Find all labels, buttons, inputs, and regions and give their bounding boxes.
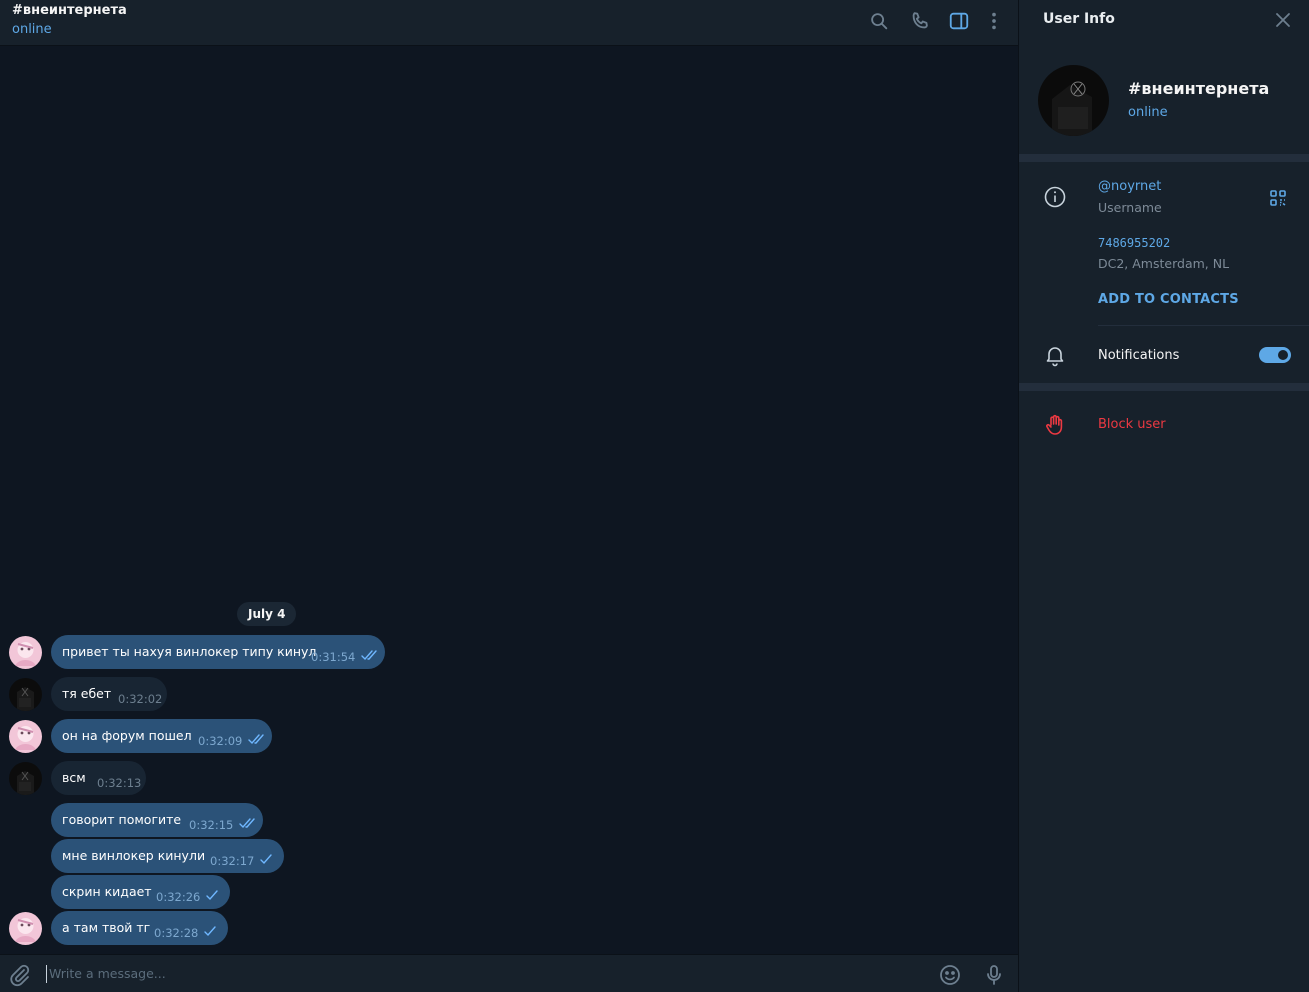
message-time: 0:32:17 <box>210 854 255 868</box>
microphone-icon[interactable] <box>982 963 1006 987</box>
user-info-panel: User Info #внеинтернета online @noyrnet … <box>1018 0 1309 992</box>
profile-avatar[interactable] <box>1038 65 1109 136</box>
more-vertical-icon[interactable] <box>983 10 1005 32</box>
message-bubble[interactable]: а там твой тг 0:32:28 <box>51 911 228 945</box>
notifications-toggle[interactable] <box>1259 347 1291 363</box>
message-text: говорит помогите <box>62 812 182 827</box>
block-user-button[interactable]: Block user <box>1098 417 1166 432</box>
user-id-value[interactable]: 7486955202 <box>1098 236 1170 250</box>
notifications-label: Notifications <box>1098 348 1180 363</box>
message-text: тя ебет <box>62 686 112 701</box>
phone-icon[interactable] <box>909 10 931 32</box>
message-time: 0:32:13 <box>97 776 142 790</box>
message-text: скрин кидает <box>62 884 152 899</box>
paperclip-icon[interactable] <box>8 963 32 987</box>
double-check-icon <box>239 817 257 829</box>
my-avatar[interactable] <box>9 636 42 669</box>
contact-avatar[interactable] <box>9 762 42 795</box>
my-avatar[interactable] <box>9 912 42 945</box>
divider <box>1019 154 1309 162</box>
message-composer[interactable]: Write a message... <box>0 954 1018 992</box>
message-text: привет ты нахуя винлокер типу кинул <box>62 644 317 659</box>
chat-area: #внеинтернета online July 4 привет ты на… <box>0 0 1018 992</box>
double-check-icon <box>248 733 266 745</box>
message-time: 0:32:26 <box>156 890 201 904</box>
chat-status: online <box>12 22 52 37</box>
message-time: 0:32:15 <box>189 818 234 832</box>
message-bubble[interactable]: он на форум пошел 0:32:09 <box>51 719 272 753</box>
message-time: 0:32:02 <box>118 692 163 706</box>
message-bubble[interactable]: говорит помогите 0:32:15 <box>51 803 263 837</box>
username-label: Username <box>1098 200 1162 215</box>
close-icon[interactable] <box>1273 10 1293 30</box>
info-icon <box>1043 185 1067 209</box>
divider <box>1019 383 1309 391</box>
check-icon <box>204 889 222 901</box>
add-to-contacts-button[interactable]: ADD TO CONTACTS <box>1098 292 1239 307</box>
message-bubble[interactable]: мне винлокер кинули 0:32:17 <box>51 839 284 873</box>
chat-title[interactable]: #внеинтернета <box>12 3 127 18</box>
profile-name: #внеинтернета <box>1128 79 1270 98</box>
message-bubble[interactable]: тя ебет 0:32:02 <box>51 677 167 711</box>
message-text: всм <box>62 770 86 785</box>
my-avatar[interactable] <box>9 720 42 753</box>
message-text: а там твой тг <box>62 920 151 935</box>
chat-header[interactable]: #внеинтернета online <box>0 0 1018 46</box>
message-time: 0:32:09 <box>198 734 243 748</box>
bell-icon <box>1043 343 1067 367</box>
divider <box>1098 325 1309 326</box>
message-text: мне винлокер кинули <box>62 848 206 863</box>
message-time: 0:32:28 <box>154 926 199 940</box>
message-input[interactable]: Write a message... <box>46 965 166 983</box>
contact-avatar[interactable] <box>9 678 42 711</box>
double-check-icon <box>361 649 379 661</box>
check-icon <box>258 853 276 865</box>
qr-code-icon[interactable] <box>1269 189 1287 207</box>
message-bubble[interactable]: скрин кидает 0:32:26 <box>51 875 230 909</box>
datacenter-label: DC2, Amsterdam, NL <box>1098 256 1230 271</box>
panel-title: User Info <box>1043 11 1115 27</box>
message-time: 0:31:54 <box>311 650 356 664</box>
date-separator: July 4 <box>237 602 297 626</box>
check-icon <box>202 925 220 937</box>
profile-status: online <box>1128 105 1168 120</box>
message-bubble[interactable]: привет ты нахуя винлокер типу кинул 0:31… <box>51 635 385 669</box>
side-panel-icon[interactable] <box>948 10 970 32</box>
message-text: он на форум пошел <box>62 728 192 743</box>
emoji-icon[interactable] <box>938 963 962 987</box>
message-bubble[interactable]: всм 0:32:13 <box>51 761 146 795</box>
hand-stop-icon <box>1043 413 1067 437</box>
toggle-knob <box>1278 350 1288 360</box>
username-value[interactable]: @noyrnet <box>1098 179 1161 194</box>
search-icon[interactable] <box>868 10 890 32</box>
